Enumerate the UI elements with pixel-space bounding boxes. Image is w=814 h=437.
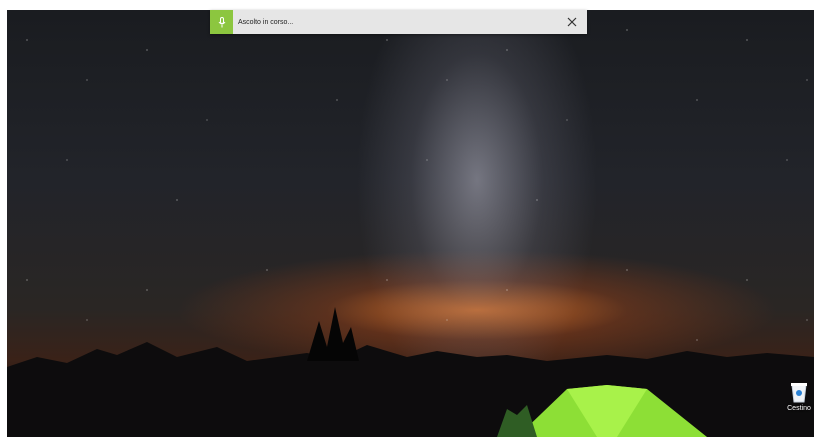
close-icon: [567, 17, 577, 27]
close-button[interactable]: [563, 13, 581, 31]
microphone-icon: [218, 16, 225, 27]
voice-assistant-bar: Ascolto in corso...: [210, 10, 587, 34]
recycle-bin-icon: [791, 383, 807, 403]
mountain-silhouette: [7, 307, 814, 437]
listening-status-text: Ascolto in corso...: [238, 18, 294, 26]
recycle-bin-label: Cestino: [787, 405, 811, 412]
mic-button[interactable]: [210, 10, 233, 34]
desktop-wallpaper: Cestino: [7, 10, 814, 437]
desktop-icon-recycle-bin[interactable]: Cestino: [784, 381, 814, 412]
